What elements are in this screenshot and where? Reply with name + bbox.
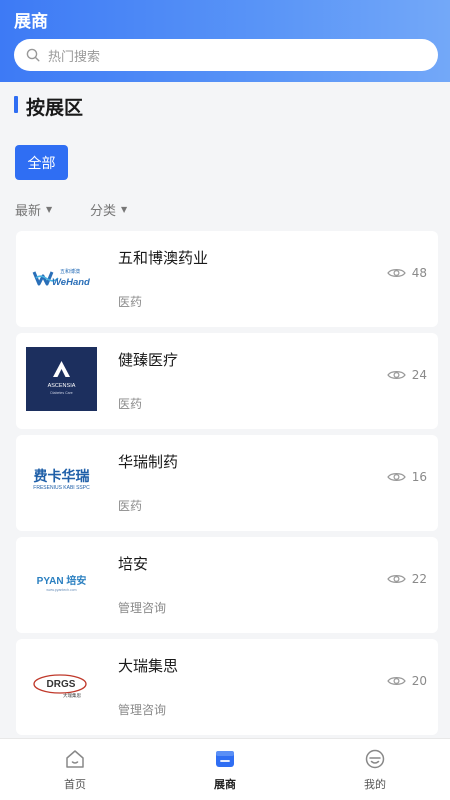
view-count: 24 bbox=[386, 368, 427, 382]
exhibitor-logo-drgs: DRGS 大瑞集思 bbox=[26, 653, 97, 717]
eye-icon bbox=[386, 473, 406, 481]
exhibitor-card[interactable]: PYAN 培安 www.pyantech.com 培安 管理咨询 22 bbox=[16, 537, 438, 633]
svg-text:五和博澳: 五和博澳 bbox=[60, 268, 80, 275]
exhibitor-category: 医药 bbox=[118, 499, 143, 513]
exhibitor-card[interactable]: 五和博澳 WeHand 五和博澳药业 医药 48 bbox=[16, 231, 438, 327]
search-icon bbox=[26, 48, 40, 62]
tab-exhibitors-label: 展商 bbox=[214, 778, 236, 791]
exhibitor-name: 大瑞集思 bbox=[118, 657, 179, 675]
exhibitor-name: 华瑞制药 bbox=[118, 453, 179, 471]
exhibitor-logo-pyan: PYAN 培安 www.pyantech.com bbox=[26, 551, 97, 615]
tab-mine-label: 我的 bbox=[364, 778, 386, 791]
svg-text:www.pyantech.com: www.pyantech.com bbox=[46, 588, 76, 592]
svg-text:大瑞集思: 大瑞集思 bbox=[63, 692, 81, 699]
view-count: 48 bbox=[386, 266, 427, 280]
exhibitor-logo-fresenius: 费卡华瑞 FRESENIUS KABI SSPC bbox=[26, 449, 97, 513]
view-count-value: 48 bbox=[411, 266, 427, 280]
caret-down-icon: ▼ bbox=[46, 205, 53, 214]
page-title: 展商 bbox=[14, 12, 48, 32]
filter-latest-dropdown[interactable]: 最新 ▼ bbox=[15, 200, 52, 219]
exhibitor-category: 医药 bbox=[118, 397, 143, 411]
exhibitor-card[interactable]: ASCENSIA Diabetes Care 健臻医疗 医药 24 bbox=[16, 333, 438, 429]
view-count-value: 22 bbox=[411, 572, 427, 586]
filter-category-label: 分类 bbox=[90, 204, 117, 219]
exhibitor-logo-ascensia: ASCENSIA Diabetes Care bbox=[26, 347, 97, 411]
eye-icon bbox=[386, 269, 406, 277]
eye-icon bbox=[386, 575, 406, 583]
view-count: 20 bbox=[386, 674, 427, 688]
exhibitor-logo-wehand: 五和博澳 WeHand bbox=[26, 245, 97, 309]
caret-down-icon: ▼ bbox=[121, 205, 128, 214]
smile-face-icon bbox=[365, 749, 385, 769]
view-count-value: 20 bbox=[411, 674, 427, 688]
header: 展商 热门搜索 bbox=[0, 0, 450, 82]
view-count-value: 24 bbox=[411, 368, 427, 382]
svg-text:Diabetes Care: Diabetes Care bbox=[50, 391, 72, 395]
svg-text:PYAN 培安: PYAN 培安 bbox=[37, 574, 87, 587]
tab-exhibitors[interactable]: 展商 bbox=[150, 739, 300, 800]
home-icon bbox=[66, 750, 84, 768]
svg-text:FRESENIUS KABI SSPC: FRESENIUS KABI SSPC bbox=[33, 485, 90, 491]
svg-text:DRGS: DRGS bbox=[47, 679, 76, 690]
svg-text:ASCENSIA: ASCENSIA bbox=[48, 383, 76, 389]
exhibitor-name: 五和博澳药业 bbox=[118, 249, 209, 267]
exhibitor-name: 培安 bbox=[118, 555, 149, 573]
filter-latest-label: 最新 bbox=[15, 204, 42, 219]
view-count: 16 bbox=[386, 470, 427, 484]
exhibitor-name: 健臻医疗 bbox=[118, 351, 179, 369]
search-placeholder: 热门搜索 bbox=[48, 49, 101, 65]
exhibitor-category: 管理咨询 bbox=[118, 703, 167, 717]
eye-icon bbox=[386, 677, 406, 685]
section-title: 按展区 bbox=[26, 97, 84, 119]
filter-all-button[interactable]: 全部 bbox=[15, 145, 68, 180]
view-count: 22 bbox=[386, 572, 427, 586]
exhibitor-category: 医药 bbox=[118, 295, 143, 309]
exhibitor-card[interactable]: 费卡华瑞 FRESENIUS KABI SSPC 华瑞制药 医药 16 bbox=[16, 435, 438, 531]
tab-mine[interactable]: 我的 bbox=[300, 739, 450, 800]
search-input[interactable]: 热门搜索 bbox=[14, 39, 438, 71]
tab-home[interactable]: 首页 bbox=[0, 739, 150, 800]
eye-icon bbox=[386, 371, 406, 379]
svg-text:WeHand: WeHand bbox=[52, 277, 90, 288]
exhibitor-category: 管理咨询 bbox=[118, 601, 167, 615]
exhibitor-card[interactable]: DRGS 大瑞集思 大瑞集思 管理咨询 20 bbox=[16, 639, 438, 735]
section-accent-bar bbox=[14, 96, 18, 113]
view-count-value: 16 bbox=[411, 470, 427, 484]
store-icon bbox=[216, 751, 234, 767]
filter-category-dropdown[interactable]: 分类 ▼ bbox=[90, 200, 127, 219]
svg-text:费卡华瑞: 费卡华瑞 bbox=[34, 468, 90, 485]
bottom-tab-bar: 首页 展商 我的 bbox=[0, 738, 450, 800]
tab-home-label: 首页 bbox=[64, 778, 86, 791]
